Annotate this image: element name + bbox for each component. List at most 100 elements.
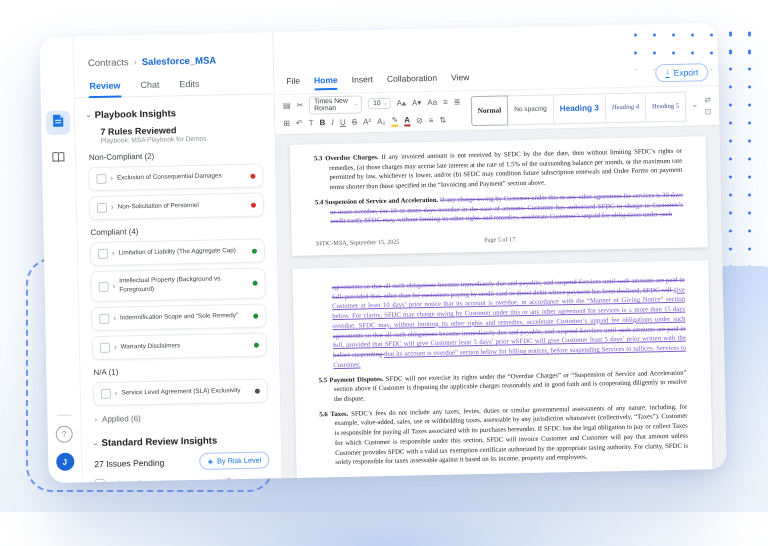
format-text-icon[interactable]: T (309, 118, 314, 127)
chevron-right-icon: › (114, 388, 118, 398)
rule-group-label: Non-Compliant (2) (88, 151, 155, 163)
rule-checkbox[interactable] (96, 173, 107, 184)
rule-card[interactable]: › Warranty Disclaimers (91, 332, 268, 361)
rule-label: Intellectual Property (Background vs. Fo… (119, 275, 223, 294)
rail-documents-button[interactable] (45, 110, 70, 136)
font-size-icons: A▴ A▾ Aa ≡ ≣ (396, 97, 461, 107)
rule-status-dot (253, 313, 259, 319)
save-icon[interactable]: ▤ (283, 100, 291, 109)
document-page-6: agreements so that all such obligations … (292, 260, 713, 479)
menu-collaboration[interactable]: Collaboration (387, 73, 437, 88)
chevron-right-icon: › (94, 414, 98, 424)
doc-heading: 5.6 Taxes. (319, 410, 352, 419)
chevron-down-icon: › (353, 102, 360, 106)
subscript-icon[interactable]: A₂ (377, 116, 386, 125)
select-all-checkbox[interactable] (94, 478, 105, 483)
rule-checkbox[interactable] (99, 313, 110, 324)
chevron-right-icon: › (110, 202, 114, 212)
share-icon[interactable]: ⇄ (704, 95, 710, 104)
rule-label: Warranty Disclaimers (120, 342, 181, 351)
document-panel: File Home Insert Collaboration View ↓ Export… (273, 22, 727, 479)
rule-card[interactable]: › Exclusion of Consequential Damages (88, 163, 264, 192)
doc-run: SFDC will not exercise its rights under … (333, 369, 687, 403)
tab-edits[interactable]: Edits (178, 75, 200, 95)
rule-card[interactable]: › Service Level Agreement (SLA) Exclusivi… (92, 378, 269, 407)
strikethrough-icon[interactable]: S (352, 117, 358, 126)
rule-card[interactable]: › Indemnification Scope and “Sole Remedy” (91, 303, 267, 332)
help-button[interactable]: ? (55, 425, 73, 443)
rule-label: Exclusion of Consequential Damages (116, 172, 222, 182)
rule-card[interactable]: › Limitation of Liability (The Aggregate … (89, 238, 266, 267)
bold-icon[interactable]: B (319, 118, 325, 127)
rule-label: Limitation of Liability (The Aggregate C… (118, 246, 236, 257)
document-icon (52, 113, 64, 132)
undo-icon[interactable]: ↶ (296, 118, 303, 127)
standard-review-header[interactable]: › Standard Review Insights (91, 434, 269, 449)
font-decrease-icon[interactable]: A▾ (412, 98, 422, 107)
standard-review-title: Standard Review Insights (101, 435, 218, 449)
menu-insert[interactable]: Insert (352, 74, 374, 88)
doc-heading: 5.5 Payment Disputes. (318, 375, 386, 384)
toolbar-right-icons: ⇄ ⊡ (704, 95, 711, 117)
rail-divider (56, 414, 71, 416)
sidebar-scroll-area[interactable]: › Playbook Insights 7 Rules Reviewed Pla… (75, 94, 282, 483)
by-risk-level-button[interactable]: ◈ By Risk Level (199, 451, 270, 470)
document-page-5: 5.3 Overdue Charges. If any invoiced amo… (289, 136, 708, 256)
numbered-list-icon[interactable]: ≣ (454, 97, 461, 106)
style-heading-5[interactable]: Heading 5 (645, 91, 687, 122)
font-size-select[interactable]: 10 › (367, 97, 391, 110)
editor-menu: File Home Insert Collaboration View (286, 72, 469, 90)
menu-view[interactable]: View (451, 72, 470, 86)
italic-icon[interactable]: I (331, 117, 334, 126)
playbook-insights-header[interactable]: › Playbook Insights (84, 107, 262, 122)
breadcrumb-current-file: Salesforce_MSA (141, 55, 217, 69)
font-increase-icon[interactable]: A▴ (396, 98, 406, 107)
chevron-right-icon: › (110, 173, 114, 183)
rule-card[interactable]: › Non-Solicitation of Personnel (88, 192, 265, 221)
style-normal[interactable]: Normal (470, 94, 509, 126)
user-avatar[interactable]: J (55, 452, 74, 471)
rule-status-dot (253, 342, 259, 348)
rule-label: Service Level Agreement (SLA) Exclusivit… (121, 386, 241, 397)
rule-checkbox[interactable] (96, 202, 108, 213)
chevron-down-icon: › (91, 442, 101, 445)
highlight-icon[interactable]: ✎ (391, 115, 399, 127)
dot-grid-decor-front (626, 26, 762, 70)
menu-file[interactable]: File (286, 76, 300, 90)
style-heading-3[interactable]: Heading 3 (553, 92, 607, 124)
menu-home[interactable]: Home (314, 75, 338, 89)
superscript-icon[interactable]: A² (363, 117, 371, 126)
chevron-down-icon: › (381, 102, 388, 105)
clear-format-icon[interactable]: ⊘ (416, 116, 423, 125)
style-heading-4[interactable]: Heading 4 (605, 91, 647, 123)
line-spacing-icon[interactable]: ⇅ (439, 115, 446, 124)
select-area-icon[interactable]: ⊡ (705, 107, 711, 116)
rail-library-button[interactable] (46, 147, 70, 171)
align-justify-icon[interactable]: ≡ (429, 115, 434, 124)
rule-checkbox[interactable] (97, 248, 109, 259)
style-no-spacing[interactable]: No spacing (507, 93, 555, 125)
tab-chat[interactable]: Chat (139, 76, 160, 96)
font-color-icon[interactable]: A (404, 115, 411, 127)
font-family-select[interactable]: Times New Roman › (308, 94, 363, 115)
breadcrumb-contracts-link[interactable]: Contracts (88, 57, 129, 69)
print-icon[interactable]: ⊞ (283, 118, 290, 127)
rule-status-dot (254, 388, 260, 394)
applied-toggle[interactable]: › Applied (6) (94, 411, 268, 424)
underline-icon[interactable]: U (340, 117, 346, 126)
text-case-icon[interactable]: Aa (427, 97, 437, 106)
rule-checkbox[interactable] (100, 388, 111, 399)
review-sidebar: Contracts › Salesforce_MSA Review Chat Edi… (73, 32, 283, 483)
tab-review[interactable]: Review (88, 76, 121, 97)
bullet-list-icon[interactable]: ≡ (443, 97, 448, 106)
rule-checkbox[interactable] (98, 281, 109, 292)
document-canvas[interactable]: 5.3 Overdue Charges. If any invoiced amo… (275, 125, 727, 479)
doc-paragraph-5.5: 5.5 Payment Disputes. SFDC will not exer… (319, 368, 688, 405)
doc-heading: 5.3 Overdue Charges. (313, 154, 382, 163)
rule-checkbox[interactable] (99, 342, 111, 353)
doc-run: SFDC’s fees do not include any taxes, le… (334, 403, 689, 467)
cut-icon[interactable]: ✂ (296, 100, 303, 109)
doc-run: If any charge owing by Customer under th… (330, 191, 684, 226)
style-gallery-expand-icon[interactable]: › (691, 104, 700, 107)
rule-card[interactable]: › Intellectual Property (Background vs. F… (90, 267, 266, 303)
